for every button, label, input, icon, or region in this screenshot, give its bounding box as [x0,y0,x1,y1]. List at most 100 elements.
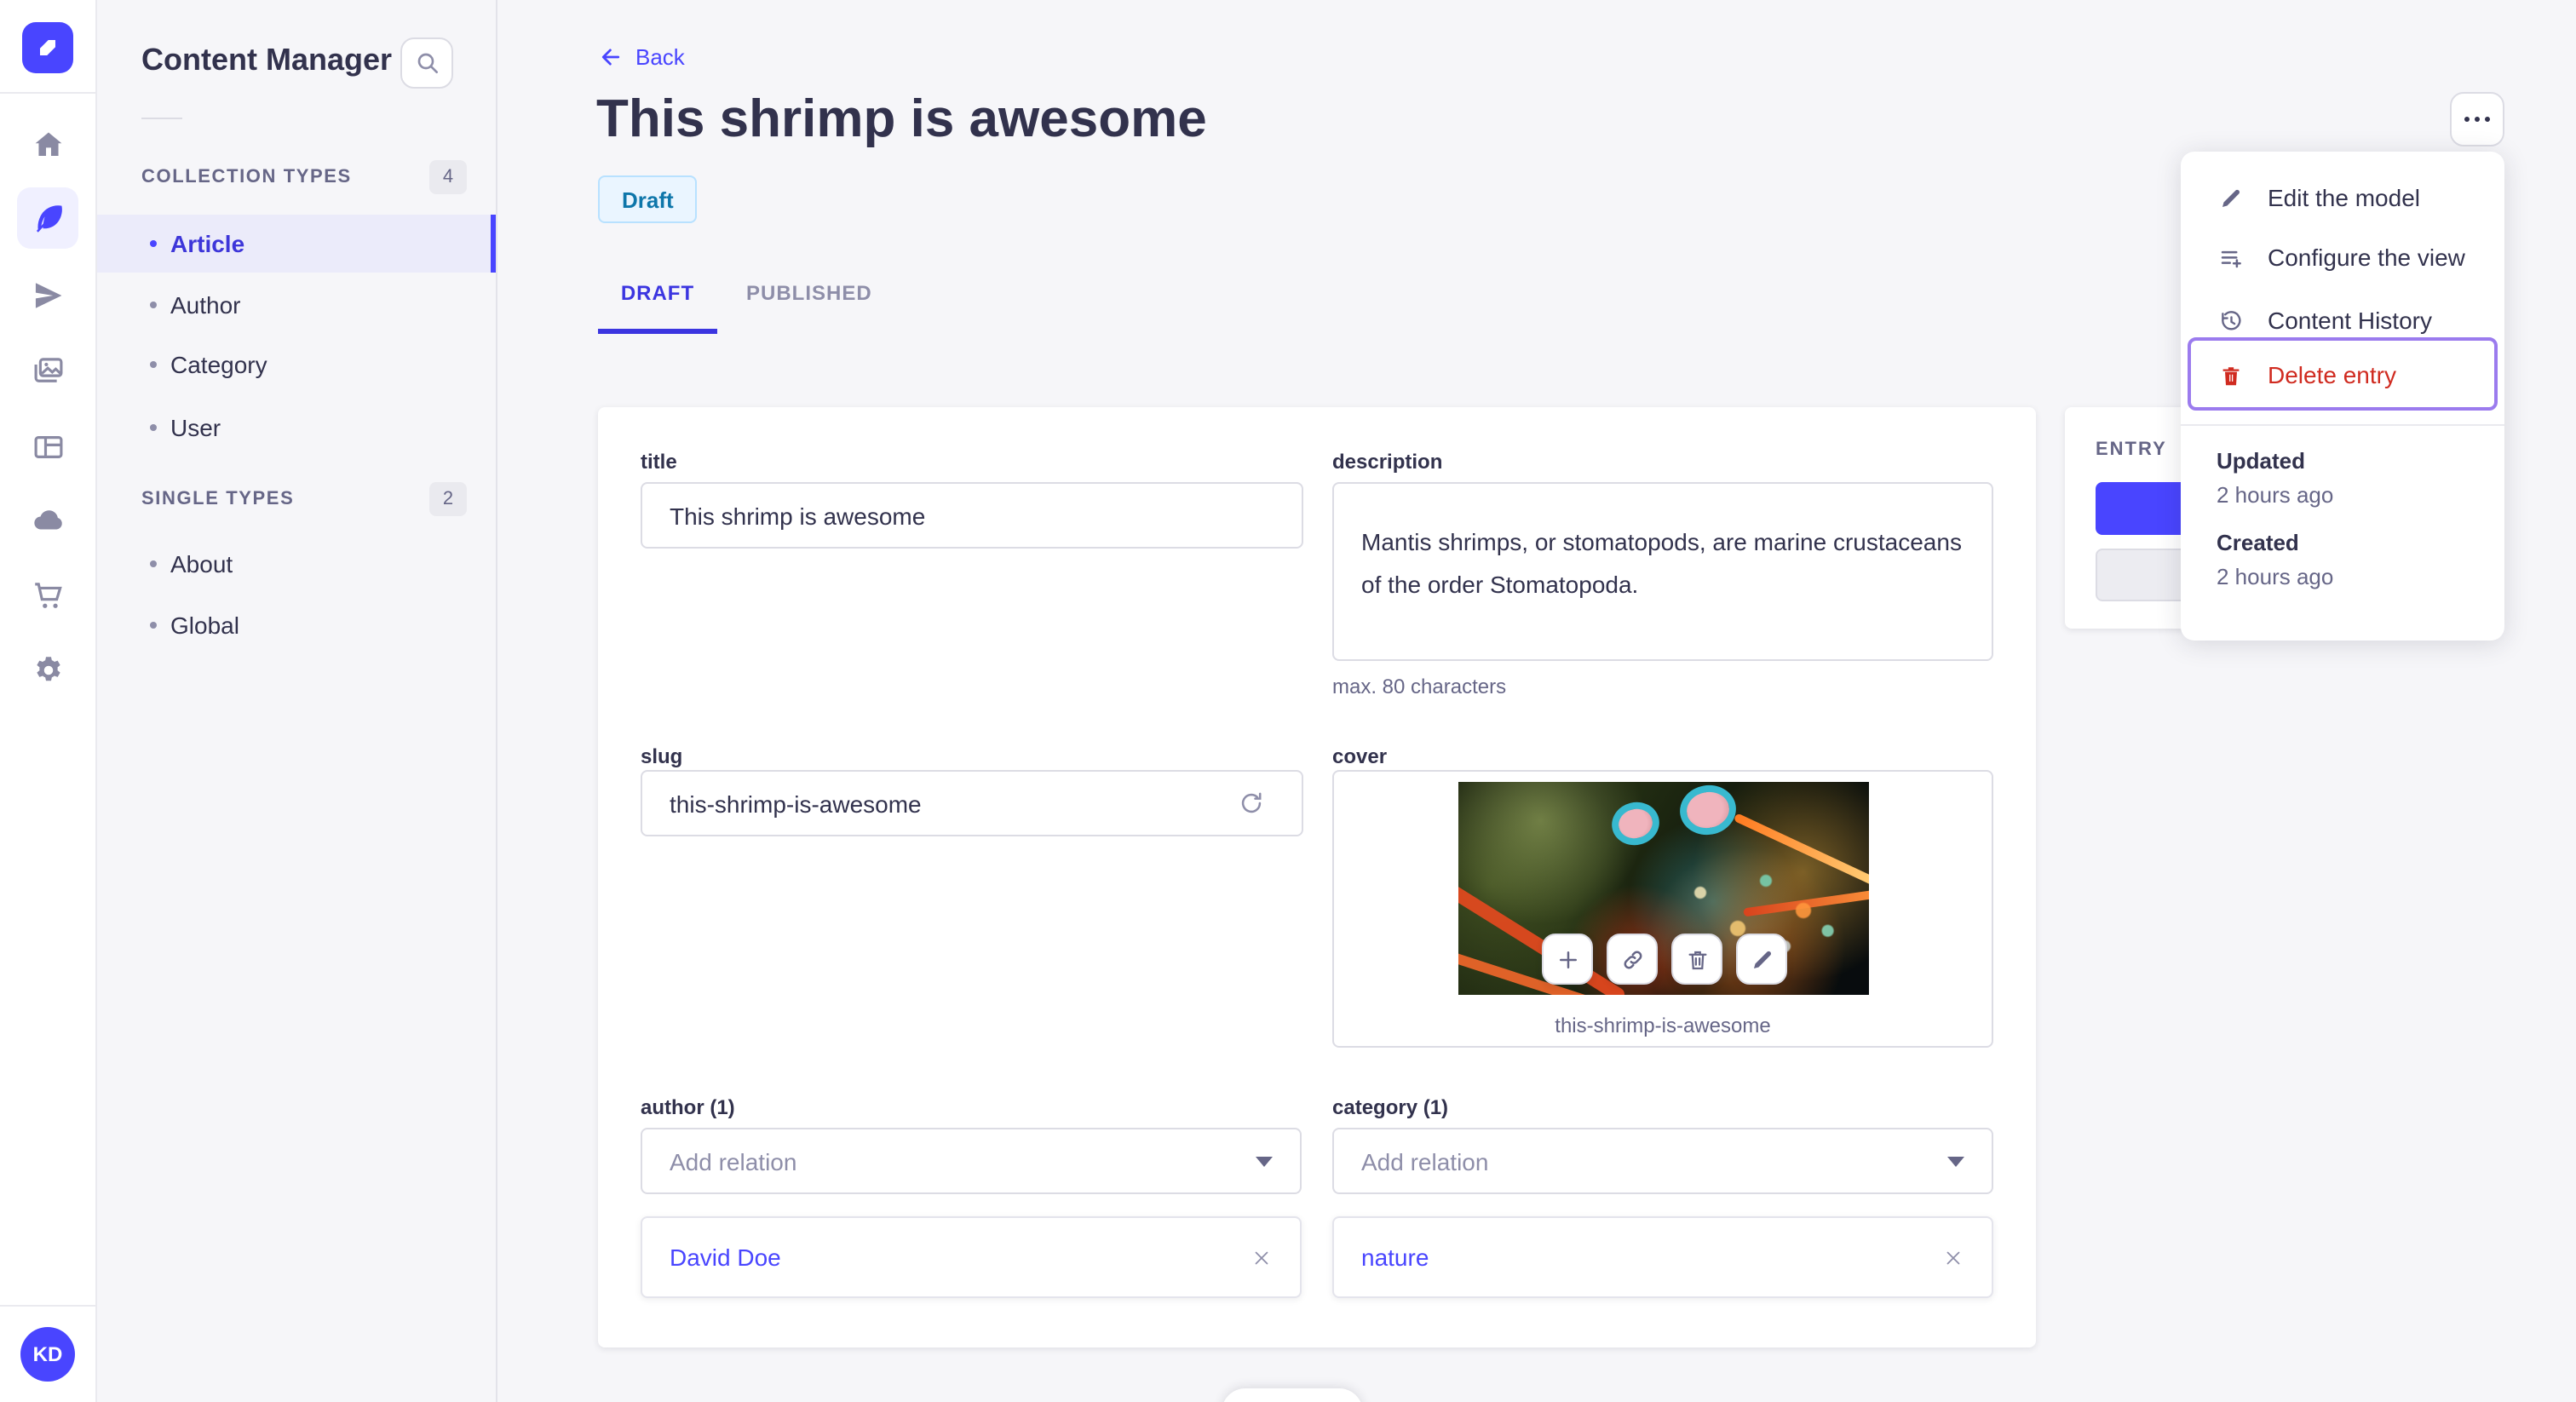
bullet-icon [150,424,157,431]
edit-asset-button[interactable] [1736,934,1787,985]
cover-field-label: cover [1332,744,1388,768]
menu-item-configure-view[interactable]: Configure the view [2181,228,2504,286]
arrow-left-icon [598,44,624,70]
main-content: Back This shrimp is awesome Draft DRAFT … [497,0,2576,1402]
close-icon[interactable] [1251,1246,1273,1268]
edit-form-card: title description Mantis shrimps, or sto… [598,407,2036,1347]
sidebar-title: Content Manager [141,43,393,77]
rail-bottom-divider [0,1305,95,1307]
updated-label: Updated [2217,448,2305,474]
sidebar-item-about[interactable]: About [97,535,496,593]
tab-draft[interactable]: DRAFT [598,281,717,305]
author-field-label: author (1) [641,1095,735,1119]
title-input[interactable] [641,482,1303,549]
delete-asset-button[interactable] [1671,934,1722,985]
add-relation-placeholder: Add relation [1361,1147,1489,1175]
page-title: This shrimp is awesome [596,89,1207,148]
copy-link-button[interactable] [1607,934,1658,985]
author-relation-item[interactable]: David Doe [641,1216,1302,1298]
history-icon [2218,307,2244,333]
entry-panel-title: ENTRY [2096,440,2167,460]
sidebar-divider [141,118,182,119]
category-relation-item[interactable]: nature [1332,1216,1993,1298]
sidebar-item-label: Article [170,230,245,257]
home-icon[interactable] [27,123,68,164]
shrimp-eye [1676,782,1740,840]
search-icon [413,49,440,77]
workspace-rail: KD [0,0,97,1402]
refresh-icon[interactable] [1230,782,1271,823]
search-button[interactable] [400,37,453,89]
shrimp-arm [1458,883,1628,995]
more-options-button[interactable] [2450,92,2504,147]
cart-icon[interactable] [27,574,68,615]
chevron-down-icon [1947,1156,1964,1166]
description-hint: max. 80 characters [1332,675,1507,698]
menu-item-label: Edit the model [2268,184,2420,211]
gear-icon[interactable] [27,649,68,690]
sidebar-item-label: About [170,550,233,577]
cloud-icon[interactable] [27,499,68,540]
cover-caption: this-shrimp-is-awesome [1555,1014,1771,1037]
back-label: Back [635,44,685,70]
sidebar-item-user[interactable]: User [97,399,496,457]
ellipsis-icon [2464,116,2491,123]
description-field-label: description [1332,450,1443,474]
strapi-logo-icon [22,22,73,73]
sidebar-item-label: Category [170,351,267,378]
sidebar-item-global[interactable]: Global [97,596,496,654]
sidebar-item-category[interactable]: Category [97,336,496,394]
menu-item-edit-model[interactable]: Edit the model [2181,169,2504,227]
relation-link[interactable]: nature [1361,1244,1429,1271]
strapi-admin-app: KD Content Manager COLLECTION TYPES 4 Ar… [0,0,2576,1402]
menu-item-label: Configure the view [2268,244,2465,271]
created-value: 2 hours ago [2217,564,2334,589]
sidebar-item-label: User [170,414,221,441]
created-label: Created [2217,530,2299,555]
add-asset-button[interactable] [1542,934,1593,985]
menu-divider [2181,424,2504,426]
content-manager-nav-active[interactable] [17,187,78,249]
bullet-icon [150,302,157,308]
author-add-relation-select[interactable]: Add relation [641,1128,1302,1194]
close-icon[interactable] [1942,1246,1964,1268]
pencil-icon [2218,185,2244,210]
single-types-heading: SINGLE TYPES [141,489,295,509]
content-manager-sidebar: Content Manager COLLECTION TYPES 4 Artic… [97,0,497,1402]
category-add-relation-select[interactable]: Add relation [1332,1128,1993,1194]
keyboard-focus-highlight [2188,337,2498,411]
list-plus-icon [2218,244,2244,270]
back-link[interactable]: Back [598,44,685,70]
scroll-pill[interactable] [1222,1388,1363,1402]
active-tab-underline [598,329,717,334]
pencil-icon [1749,946,1774,972]
cover-image-shrimp [1458,782,1869,995]
sidebar-item-label: Global [170,612,239,639]
updated-value: 2 hours ago [2217,482,2334,508]
user-avatar[interactable]: KD [20,1327,75,1382]
entry-options-menu: Edit the model Configure the view Conten… [2181,152,2504,641]
category-field-label: category (1) [1332,1095,1449,1119]
tab-published[interactable]: PUBLISHED [746,281,871,305]
sidebar-item-article[interactable]: Article [97,215,496,273]
bullet-icon [150,240,157,247]
chevron-down-icon [1256,1156,1273,1166]
layout-builder-icon[interactable] [27,426,68,467]
media-images-icon[interactable] [27,349,68,390]
avatar-initials: KD [32,1342,63,1366]
add-relation-placeholder: Add relation [670,1147,797,1175]
link-icon [1619,946,1645,972]
single-types-count-badge: 2 [429,482,467,516]
description-textarea[interactable]: Mantis shrimps, or stomatopods, are mari… [1332,482,1993,661]
plus-icon [1555,946,1580,972]
sidebar-item-author[interactable]: Author [97,276,496,334]
rail-divider [0,92,95,94]
slug-input[interactable] [641,770,1303,836]
shrimp-eye [1607,796,1665,851]
menu-item-label: Content History [2268,307,2432,334]
trash-icon [1684,946,1710,972]
collection-types-count-badge: 4 [429,160,467,194]
relation-link[interactable]: David Doe [670,1244,781,1271]
slug-field-label: slug [641,744,683,768]
paper-plane-icon[interactable] [27,274,68,315]
